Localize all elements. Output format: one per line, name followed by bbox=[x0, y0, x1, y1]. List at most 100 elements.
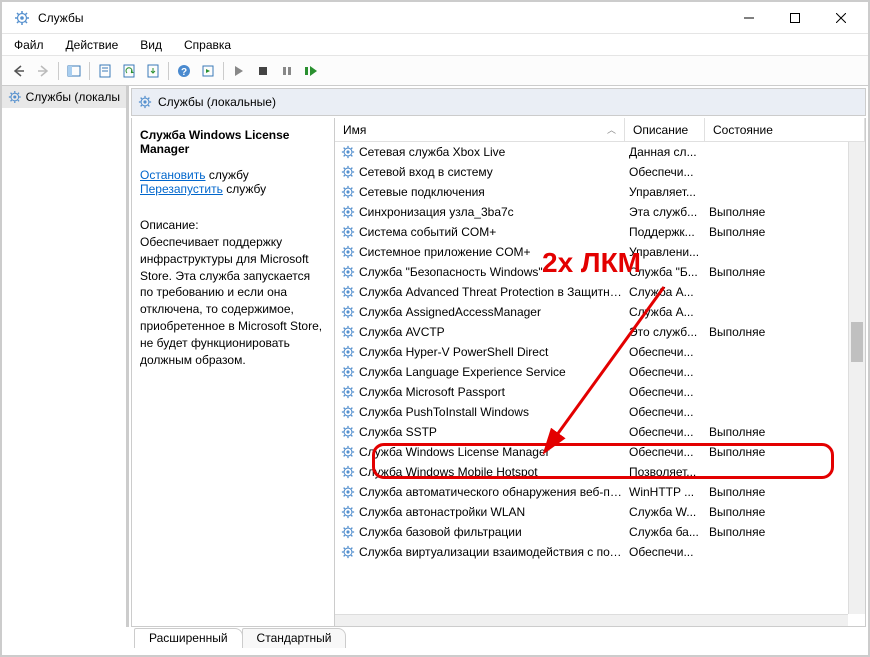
menu-file[interactable]: Файл bbox=[10, 36, 48, 54]
tree-pane: Службы (локалы bbox=[2, 86, 127, 627]
list-header: Службы (локальные) bbox=[131, 88, 866, 116]
row-desc: Служба A... bbox=[623, 285, 703, 299]
menu-action[interactable]: Действие bbox=[62, 36, 123, 54]
row-name: Служба Language Experience Service bbox=[357, 365, 623, 379]
service-row[interactable]: Служба Advanced Threat Protection в Защи… bbox=[335, 282, 865, 302]
row-name: Служба PushToInstall Windows bbox=[357, 405, 623, 419]
gear-icon bbox=[339, 485, 357, 499]
service-row[interactable]: Служба виртуализации взаимодействия с по… bbox=[335, 542, 865, 562]
restart-service-button[interactable] bbox=[300, 60, 322, 82]
window-title: Службы bbox=[38, 11, 726, 25]
service-row[interactable]: Служба "Безопасность Windows"Служба "Б..… bbox=[335, 262, 865, 282]
service-row[interactable]: Системное приложение COM+Управлени... bbox=[335, 242, 865, 262]
service-row[interactable]: Служба Microsoft PassportОбеспечи... bbox=[335, 382, 865, 402]
row-state: Выполняе bbox=[703, 445, 865, 459]
row-desc: Служба A... bbox=[623, 305, 703, 319]
service-row[interactable]: Система событий COM+Поддержк...Выполняе bbox=[335, 222, 865, 242]
list-header-label: Службы (локальные) bbox=[158, 95, 276, 109]
service-row[interactable]: Синхронизация узла_3ba7cЭта служб...Выпо… bbox=[335, 202, 865, 222]
toolbar-btn[interactable] bbox=[197, 60, 219, 82]
row-name: Системное приложение COM+ bbox=[357, 245, 623, 259]
row-desc: Обеспечи... bbox=[623, 405, 703, 419]
row-state: Выполняе bbox=[703, 325, 865, 339]
menubar: Файл Действие Вид Справка bbox=[2, 34, 868, 56]
tree-root-services[interactable]: Службы (локалы bbox=[2, 86, 126, 108]
service-row[interactable]: Служба Language Experience ServiceОбеспе… bbox=[335, 362, 865, 382]
gear-icon bbox=[339, 165, 357, 179]
vertical-scrollbar[interactable] bbox=[848, 142, 865, 614]
back-button[interactable] bbox=[8, 60, 30, 82]
rows: Сетевая служба Xbox LiveДанная сл...Сете… bbox=[335, 142, 865, 626]
pause-service-button[interactable] bbox=[276, 60, 298, 82]
detail-pane: Служба Windows License Manager Остановит… bbox=[132, 118, 334, 626]
service-row[interactable]: Служба AssignedAccessManagerСлужба A... bbox=[335, 302, 865, 322]
start-service-button[interactable] bbox=[228, 60, 250, 82]
service-row[interactable]: Сетевой вход в системуОбеспечи... bbox=[335, 162, 865, 182]
gear-icon bbox=[339, 405, 357, 419]
row-name: Сетевой вход в систему bbox=[357, 165, 623, 179]
tab-extended[interactable]: Расширенный bbox=[134, 628, 243, 648]
service-list: Имя︿ Описание Состояние Сетевая служба X… bbox=[334, 118, 865, 626]
gear-icon bbox=[339, 385, 357, 399]
service-row[interactable]: Служба SSTPОбеспечи...Выполняе bbox=[335, 422, 865, 442]
restart-link[interactable]: Перезапустить bbox=[140, 182, 223, 196]
service-row[interactable]: Служба AVCTPЭто служб...Выполняе bbox=[335, 322, 865, 342]
col-description[interactable]: Описание bbox=[625, 118, 705, 141]
row-desc: Позволяет... bbox=[623, 465, 703, 479]
row-state: Выполняе bbox=[703, 485, 865, 499]
col-state[interactable]: Состояние bbox=[705, 118, 865, 141]
export-button[interactable] bbox=[142, 60, 164, 82]
gear-icon bbox=[339, 225, 357, 239]
titlebar: Службы bbox=[2, 2, 868, 34]
tab-standard[interactable]: Стандартный bbox=[242, 628, 347, 648]
service-row[interactable]: Служба PushToInstall WindowsОбеспечи... bbox=[335, 402, 865, 422]
refresh-button[interactable] bbox=[118, 60, 140, 82]
service-row[interactable]: Служба Windows Mobile HotspotПозволяет..… bbox=[335, 462, 865, 482]
row-name: Сетевые подключения bbox=[357, 185, 623, 199]
gear-icon bbox=[339, 525, 357, 539]
gear-icon bbox=[339, 465, 357, 479]
row-desc: Обеспечи... bbox=[623, 345, 703, 359]
row-desc: Служба "Б... bbox=[623, 265, 703, 279]
row-desc: Обеспечи... bbox=[623, 545, 703, 559]
horizontal-scrollbar[interactable] bbox=[335, 614, 848, 626]
service-row[interactable]: Служба Windows License ManagerОбеспечи..… bbox=[335, 442, 865, 462]
close-button[interactable] bbox=[818, 3, 864, 33]
app-icon bbox=[14, 10, 30, 26]
col-name[interactable]: Имя︿ bbox=[335, 118, 625, 141]
menu-help[interactable]: Справка bbox=[180, 36, 235, 54]
service-row[interactable]: Служба Hyper-V PowerShell DirectОбеспечи… bbox=[335, 342, 865, 362]
row-desc: Поддержк... bbox=[623, 225, 703, 239]
service-row[interactable]: Сетевая служба Xbox LiveДанная сл... bbox=[335, 142, 865, 162]
help-button[interactable]: ? bbox=[173, 60, 195, 82]
row-name: Служба автонастройки WLAN bbox=[357, 505, 623, 519]
minimize-button[interactable] bbox=[726, 3, 772, 33]
hide-tree-button[interactable] bbox=[63, 60, 85, 82]
view-tabs: Расширенный Стандартный bbox=[130, 626, 868, 648]
row-desc: Служба ба... bbox=[623, 525, 703, 539]
gear-icon bbox=[339, 365, 357, 379]
service-row[interactable]: Сетевые подключенияУправляет... bbox=[335, 182, 865, 202]
properties-button[interactable] bbox=[94, 60, 116, 82]
maximize-button[interactable] bbox=[772, 3, 818, 33]
scrollbar-thumb[interactable] bbox=[851, 322, 863, 362]
service-row[interactable]: Служба автоматического обнаружения веб-п… bbox=[335, 482, 865, 502]
row-desc: Обеспечи... bbox=[623, 365, 703, 379]
row-name: Служба базовой фильтрации bbox=[357, 525, 623, 539]
list-area: Службы (локальные) Служба Windows Licens… bbox=[127, 86, 868, 627]
stop-link[interactable]: Остановить bbox=[140, 168, 206, 182]
forward-button[interactable] bbox=[32, 60, 54, 82]
gear-icon bbox=[339, 545, 357, 559]
gear-icon bbox=[339, 185, 357, 199]
row-state: Выполняе bbox=[703, 205, 865, 219]
row-name: Система событий COM+ bbox=[357, 225, 623, 239]
row-state: Выполняе bbox=[703, 525, 865, 539]
row-name: Служба автоматического обнаружения веб-п… bbox=[357, 485, 623, 499]
service-row[interactable]: Служба автонастройки WLANСлужба W...Выпо… bbox=[335, 502, 865, 522]
row-desc: Это служб... bbox=[623, 325, 703, 339]
row-name: Синхронизация узла_3ba7c bbox=[357, 205, 623, 219]
service-row[interactable]: Служба базовой фильтрацииСлужба ба...Вып… bbox=[335, 522, 865, 542]
menu-view[interactable]: Вид bbox=[136, 36, 166, 54]
stop-service-button[interactable] bbox=[252, 60, 274, 82]
row-state: Выполняе bbox=[703, 225, 865, 239]
